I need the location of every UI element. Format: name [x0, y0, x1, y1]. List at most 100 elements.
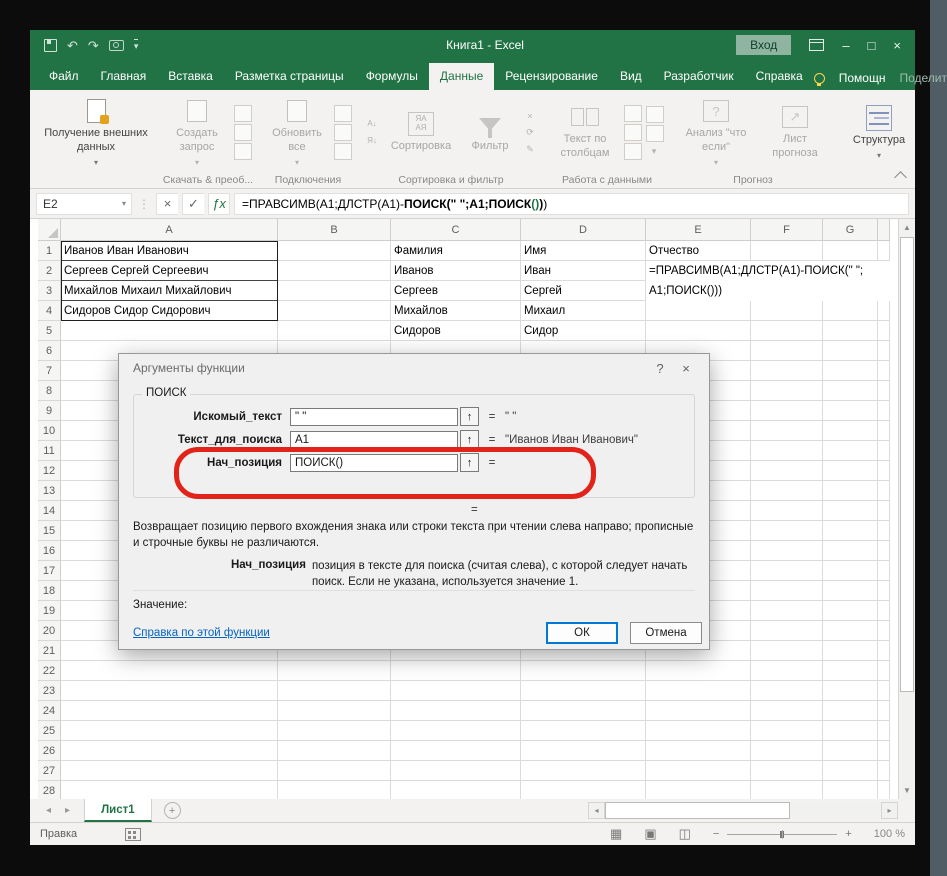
cell-F5[interactable]	[751, 321, 823, 341]
cell-F16[interactable]	[751, 541, 823, 561]
cell-G28[interactable]	[823, 781, 878, 799]
cell-G25[interactable]	[823, 721, 878, 741]
cell-F17[interactable]	[751, 561, 823, 581]
sort-descending-icon[interactable]: Я↓	[364, 134, 380, 149]
collapse-dialog-icon[interactable]: ↑	[460, 430, 479, 449]
cell-E25[interactable]	[646, 721, 751, 741]
cell-G26[interactable]	[823, 741, 878, 761]
cell-E4[interactable]	[646, 301, 751, 321]
row-header-3[interactable]: 3	[38, 281, 61, 301]
cell-D5[interactable]: Сидор	[521, 321, 646, 341]
col-header-F[interactable]: F	[751, 219, 823, 241]
cell-E28[interactable]	[646, 781, 751, 799]
col-header-C[interactable]: C	[391, 219, 521, 241]
sheet-tab-list1[interactable]: Лист1	[84, 799, 152, 822]
row-header-16[interactable]: 16	[38, 541, 61, 561]
cell-A1[interactable]: Иванов Иван Иванович	[61, 241, 278, 261]
cell-A25[interactable]	[61, 721, 278, 741]
cell-F12[interactable]	[751, 461, 823, 481]
cell-A28[interactable]	[61, 781, 278, 799]
dialog-title-bar[interactable]: Аргументы функции ? ×	[119, 354, 709, 382]
tab-page-layout[interactable]: Разметка страницы	[224, 63, 355, 90]
cell-B23[interactable]	[278, 681, 391, 701]
cell-F26[interactable]	[751, 741, 823, 761]
cell-F13[interactable]	[751, 481, 823, 501]
zoom-slider-thumb[interactable]	[780, 831, 784, 838]
cell-C5[interactable]: Сидоров	[391, 321, 521, 341]
cell-D24[interactable]	[521, 701, 646, 721]
row-header-11[interactable]: 11	[38, 441, 61, 461]
cell-F11[interactable]	[751, 441, 823, 461]
cell-A24[interactable]	[61, 701, 278, 721]
cell-F19[interactable]	[751, 601, 823, 621]
ok-button[interactable]: ОК	[546, 622, 618, 644]
connections-icon[interactable]	[334, 105, 352, 122]
cell-F21[interactable]	[751, 641, 823, 661]
cell-F28[interactable]	[751, 781, 823, 799]
row-header-17[interactable]: 17	[38, 561, 61, 581]
cell-E24[interactable]	[646, 701, 751, 721]
cell-C28[interactable]	[391, 781, 521, 799]
from-table-icon[interactable]	[234, 124, 252, 141]
cell-A4[interactable]: Сидоров Сидор Сидорович	[61, 301, 278, 321]
cell-C26[interactable]	[391, 741, 521, 761]
page-layout-view-icon[interactable]: ▣	[644, 826, 656, 842]
close-button[interactable]: ×	[893, 39, 901, 52]
horizontal-scrollbar-track[interactable]	[790, 802, 881, 819]
cell-G23[interactable]	[823, 681, 878, 701]
col-header-E[interactable]: E	[646, 219, 751, 241]
insert-function-button[interactable]: ƒx	[208, 193, 230, 215]
col-header-A[interactable]: A	[61, 219, 278, 241]
share-button[interactable]: Поделиться	[899, 71, 947, 85]
cell-F25[interactable]	[751, 721, 823, 741]
cell-D3[interactable]: Сергей	[521, 281, 646, 301]
cell-B1[interactable]	[278, 241, 391, 261]
horizontal-scrollbar[interactable]: ◂ ▸	[588, 802, 898, 819]
cell-G24[interactable]	[823, 701, 878, 721]
get-external-data-button[interactable]: Получение внешних данных ▾	[40, 96, 152, 169]
col-header-B[interactable]: B	[278, 219, 391, 241]
cell-G8[interactable]	[823, 381, 878, 401]
row-header-9[interactable]: 9	[38, 401, 61, 421]
cell-C23[interactable]	[391, 681, 521, 701]
cell-C25[interactable]	[391, 721, 521, 741]
forecast-sheet-button[interactable]: ↗ Лист прогноза	[760, 102, 830, 163]
edit-links-icon[interactable]	[334, 143, 352, 160]
row-header-25[interactable]: 25	[38, 721, 61, 741]
collapse-dialog-icon[interactable]: ↑	[460, 407, 479, 426]
cell-F6[interactable]	[751, 341, 823, 361]
redo-icon[interactable]: ↷	[88, 39, 99, 52]
cell-D1[interactable]: Имя	[521, 241, 646, 261]
cell-D2[interactable]: Иван	[521, 261, 646, 281]
cell-F22[interactable]	[751, 661, 823, 681]
row-header-19[interactable]: 19	[38, 601, 61, 621]
scroll-left-icon[interactable]: ◂	[588, 802, 605, 819]
cell-G10[interactable]	[823, 421, 878, 441]
text-to-columns-button[interactable]: Текст по столбцам	[550, 102, 620, 163]
cell-D23[interactable]	[521, 681, 646, 701]
cell-F14[interactable]	[751, 501, 823, 521]
undo-icon[interactable]: ↶	[67, 39, 78, 52]
cell-F24[interactable]	[751, 701, 823, 721]
cell-C22[interactable]	[391, 661, 521, 681]
dialog-close-icon[interactable]: ×	[673, 361, 699, 376]
scroll-down-icon[interactable]: ▼	[899, 782, 915, 799]
cell-G22[interactable]	[823, 661, 878, 681]
cell-F4[interactable]	[751, 301, 823, 321]
cell-C1[interactable]: Фамилия	[391, 241, 521, 261]
row-header-21[interactable]: 21	[38, 641, 61, 661]
cell-A5[interactable]	[61, 321, 278, 341]
cell-E23[interactable]	[646, 681, 751, 701]
zoom-in-icon[interactable]: +	[845, 828, 851, 840]
name-box[interactable]: E2 ▾	[36, 193, 132, 215]
cell-F10[interactable]	[751, 421, 823, 441]
cell-G9[interactable]	[823, 401, 878, 421]
cell-D28[interactable]	[521, 781, 646, 799]
row-header-28[interactable]: 28	[38, 781, 61, 799]
cell-A2[interactable]: Сергеев Сергей Сергеевич	[61, 261, 278, 281]
properties-icon[interactable]	[334, 124, 352, 141]
cell-G4[interactable]	[823, 301, 878, 321]
row-header-27[interactable]: 27	[38, 761, 61, 781]
cell-E27[interactable]	[646, 761, 751, 781]
vertical-scrollbar-thumb[interactable]	[900, 237, 914, 692]
